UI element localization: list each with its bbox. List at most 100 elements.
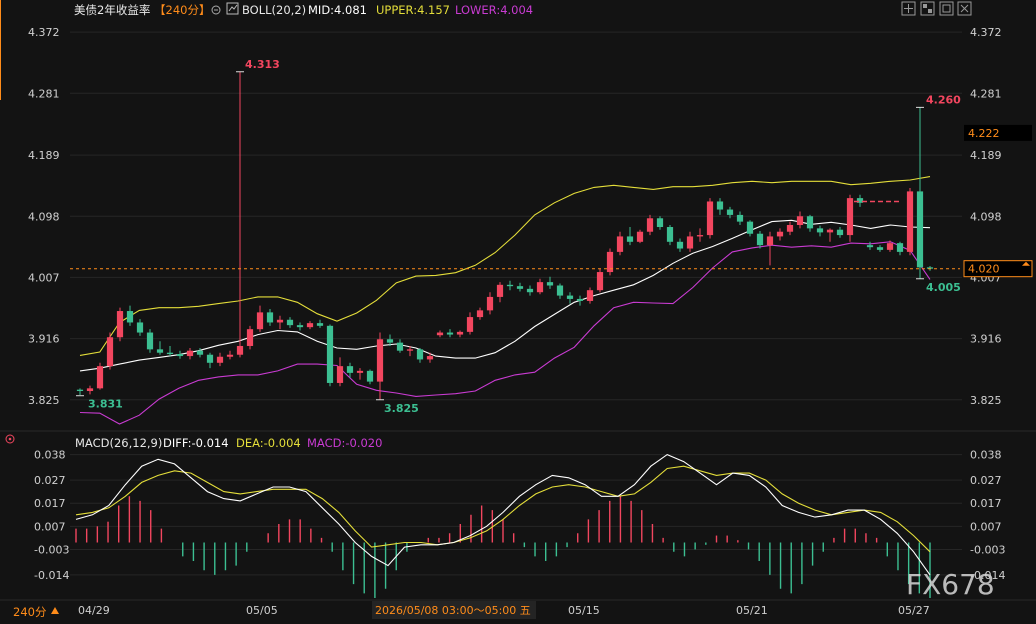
candle-body [236,345,244,355]
boll-upper: UPPER:4.157 [376,3,450,17]
candle-body [366,370,374,382]
candle-body [356,370,364,373]
price-tick-label-left: 3.916 [28,333,60,346]
chart-svg: 美债2年收益率 【240分】 BOLL(20,2) MID:4.081 UPPE… [0,0,1036,620]
price-tick-label-left: 4.007 [28,271,60,284]
candle-body [376,339,384,382]
candle-body [456,331,464,335]
macd-tick-label-right: 0.027 [970,474,1002,487]
candle-body [116,311,124,338]
period-label[interactable]: 【240分】 [154,3,210,17]
candle-body [156,349,164,353]
annotation-low-3: 4.005 [926,281,961,294]
time-tick-label: 05/21 [736,604,768,617]
candle-body [426,356,434,360]
candle-body [626,236,634,242]
candle-body [746,221,754,234]
candle-body [76,389,84,392]
candle-body [726,209,734,215]
candle-body [126,311,134,323]
price-tick-label-left: 3.825 [28,394,60,407]
candle-body [816,228,824,233]
candle-body [786,225,794,232]
candle-body [436,332,444,336]
price-legend: 美债2年收益率 【240分】 BOLL(20,2) MID:4.081 UPPE… [74,2,533,17]
candle-body [776,231,784,237]
price-tick-label-left: 4.281 [28,87,60,100]
candle-body [756,233,764,246]
crosshair-time-label: 2026/05/08 03:00～05:00 五 [375,604,531,617]
time-tick-label: 05/27 [898,604,930,617]
price-tick-label-left: 4.189 [28,149,60,162]
candle-body [806,216,814,229]
candle-body [316,323,324,326]
candle-body [886,243,894,250]
tile-icon [923,4,927,8]
candle-body [256,312,264,330]
candle-body [736,214,744,222]
candle-body [166,352,174,355]
pending-level-text: 4.222 [968,127,1000,140]
macd-tick-label-left: -0.003 [34,543,69,556]
candle-body [226,354,234,357]
candle-body [216,356,224,363]
macd-dea: DEA:-0.004 [236,436,301,450]
time-tick-label: 05/15 [568,604,600,617]
candle-body [406,349,414,351]
candle-body [136,322,144,333]
candle-body [676,241,684,249]
candle-body [306,323,314,328]
candle-body [576,298,584,301]
candle-body [616,236,624,252]
watermark: FX678 [906,568,995,601]
price-tick-label-right: 3.825 [970,394,1002,407]
macd-diff: DIFF:-0.014 [163,436,229,450]
candle-body [546,282,554,286]
candle-body [486,296,494,311]
macd-tick-label-left: 0.017 [34,497,66,510]
candle-body [646,218,654,232]
candle-body [846,198,854,236]
annotation-high-1: 4.313 [245,58,280,71]
candle-body [296,325,304,328]
annotation-low-2: 3.825 [384,402,419,415]
macd-tick-label-right: 0.038 [970,449,1002,462]
candle-body [346,366,354,373]
price-tick-label-right: 4.372 [970,26,1002,39]
candle-body [686,236,694,249]
macd-tick-label-right: 0.017 [970,497,1002,510]
candle-body [516,286,524,289]
candle-body [106,337,114,367]
candle-body [906,191,914,252]
macd-label: MACD(26,12,9) [75,436,162,450]
candle-body [666,227,674,242]
price-tick-label-right: 4.189 [970,149,1002,162]
candle-body [276,319,284,323]
candle-body [596,272,604,291]
macd-tick-label-left: 0.038 [34,449,66,462]
candle-body [796,216,804,225]
candle-body [656,218,664,228]
candle-body [506,284,514,287]
candle-body [866,245,874,248]
candle-body [526,288,534,293]
candle-body [496,284,504,297]
macd-tick-label-left: -0.014 [34,569,69,582]
macd-settings-icon-dot [8,437,12,441]
candle-body [826,229,834,233]
macd-tick-label-left: 0.007 [34,520,66,533]
candle-body [586,290,594,301]
period-button[interactable]: 240分 [13,605,47,619]
candle-body [556,285,564,296]
candle-body [416,349,424,360]
price-tick-label-left: 4.372 [28,26,60,39]
candle-body [536,282,544,293]
candle-body [266,312,274,323]
price-tick-label-left: 4.098 [28,210,60,223]
price-tick-label-right: 4.098 [970,210,1002,223]
candle-body [446,332,454,335]
macd-tick-label-left: 0.027 [34,474,66,487]
candle-body [286,319,294,326]
candle-body [916,191,924,268]
boll-mid: MID:4.081 [308,3,367,17]
